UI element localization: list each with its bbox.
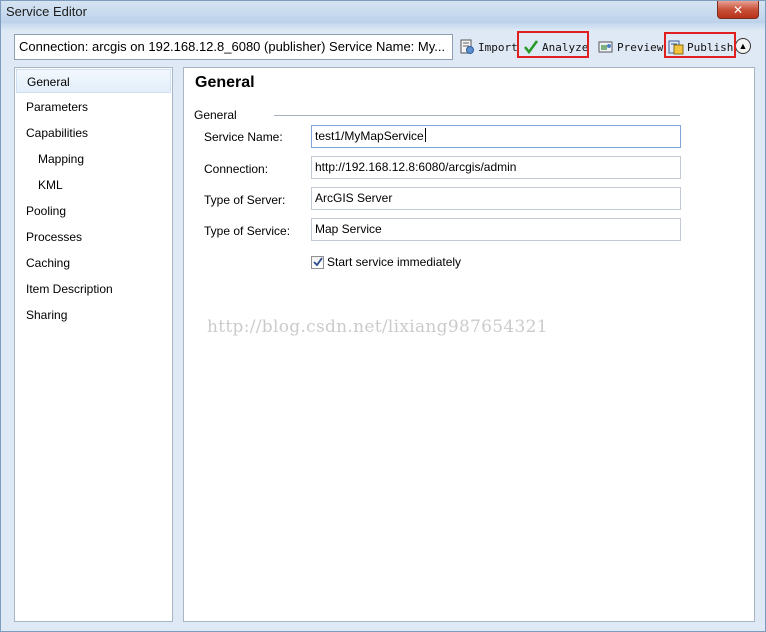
nav-item-caching[interactable]: Caching <box>16 251 171 275</box>
nav-item-label: Capabilities <box>26 126 89 140</box>
nav-item-parameters[interactable]: Parameters <box>16 95 171 119</box>
start-service-label: Start service immediately <box>327 255 462 269</box>
import-icon <box>459 39 475 55</box>
general-panel: General General Service Name: test1/MyMa… <box>183 67 755 622</box>
type-of-service-label: Type of Service: <box>204 224 291 238</box>
nav-item-label: Mapping <box>38 152 85 166</box>
window-title: Service Editor <box>6 4 87 19</box>
nav-item-item-description[interactable]: Item Description <box>16 277 171 301</box>
nav-item-capabilities[interactable]: Capabilities <box>16 121 171 145</box>
title-bar[interactable]: Service Editor ✕ <box>1 1 765 23</box>
close-button[interactable]: ✕ <box>717 1 759 19</box>
watermark-text: http://blog.csdn.net/lixiang987654321 <box>207 317 548 337</box>
connection-summary: Connection: arcgis on 192.168.12.8_6080 … <box>14 34 453 60</box>
import-label: Import <box>478 40 518 54</box>
nav-item-kml[interactable]: KML <box>16 173 171 197</box>
nav-item-processes[interactable]: Processes <box>16 225 171 249</box>
type-of-server-field[interactable]: ArcGIS Server <box>311 187 681 210</box>
settings-nav: General Parameters Capabilities Mapping … <box>14 67 173 622</box>
nav-item-label: Parameters <box>26 100 89 114</box>
connection-label: Connection: <box>204 162 269 176</box>
nav-item-label: Pooling <box>26 204 67 218</box>
service-editor-window: Service Editor ✕ Connection: arcgis on 1… <box>0 0 766 632</box>
chevron-up-icon: ▲ <box>738 41 748 51</box>
checkmark-icon <box>312 257 323 267</box>
start-service-option[interactable]: Start service immediately <box>311 255 461 269</box>
close-icon: ✕ <box>732 2 744 17</box>
nav-item-label: Item Description <box>26 282 113 296</box>
nav-item-general[interactable]: General <box>16 69 171 93</box>
nav-item-pooling[interactable]: Pooling <box>16 199 171 223</box>
nav-item-label: Processes <box>26 230 83 244</box>
highlight-box-publish <box>664 32 736 58</box>
service-name-field[interactable]: test1/MyMapService <box>311 125 681 148</box>
preview-button[interactable]: Preview <box>598 35 663 59</box>
nav-item-label: KML <box>38 178 63 192</box>
service-name-label: Service Name: <box>204 130 283 144</box>
nav-item-label: Caching <box>26 256 71 270</box>
connection-field[interactable]: http://192.168.12.8:6080/arcgis/admin <box>311 156 681 179</box>
start-service-checkbox[interactable] <box>311 255 324 269</box>
page-title: General <box>195 74 255 91</box>
group-label: General <box>194 108 237 122</box>
nav-item-mapping[interactable]: Mapping <box>16 147 171 171</box>
nav-item-sharing[interactable]: Sharing <box>16 303 171 327</box>
type-of-service-field[interactable]: Map Service <box>311 218 681 241</box>
collapse-button[interactable]: ▲ <box>735 38 751 54</box>
service-name-value: test1/MyMapService <box>315 129 424 143</box>
preview-icon <box>598 39 614 55</box>
type-of-server-label: Type of Server: <box>204 193 286 207</box>
import-button[interactable]: Import <box>459 35 518 59</box>
nav-item-label: General <box>27 75 70 89</box>
preview-label: Preview <box>617 40 664 54</box>
text-caret <box>424 128 426 142</box>
group-divider <box>274 115 680 116</box>
nav-item-label: Sharing <box>26 308 68 322</box>
highlight-box-analyze <box>517 31 589 58</box>
